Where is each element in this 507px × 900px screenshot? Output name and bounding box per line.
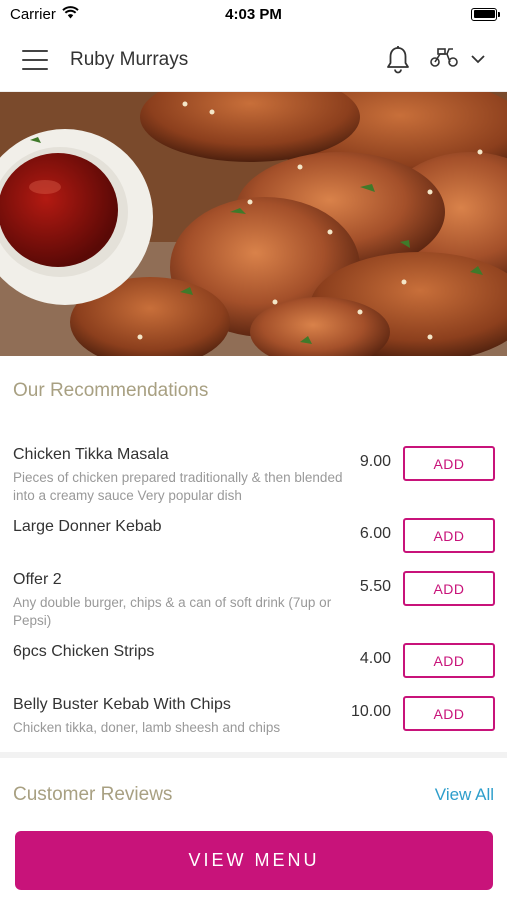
restaurant-name: Ruby Murrays	[70, 48, 189, 70]
item-name: Belly Buster Kebab With Chips	[13, 696, 231, 713]
add-button[interactable]: ADD	[403, 446, 495, 481]
section-divider	[0, 752, 507, 758]
view-all-reviews-link[interactable]: View All	[435, 785, 494, 805]
status-bar: Carrier 4:03 PM	[0, 0, 507, 28]
item-price: 9.00	[359, 453, 391, 470]
item-name: Large Donner Kebab	[13, 518, 162, 535]
item-description: Pieces of chicken prepared traditionally…	[13, 470, 343, 503]
add-button[interactable]: ADD	[403, 571, 495, 606]
item-name: Offer 2	[13, 571, 62, 588]
delivery-mode-selector[interactable]	[429, 46, 485, 73]
add-button[interactable]: ADD	[403, 696, 495, 731]
hamburger-menu-icon[interactable]	[22, 49, 48, 70]
add-button[interactable]: ADD	[403, 518, 495, 553]
reviews-title: Customer Reviews	[13, 784, 173, 805]
item-name: 6pcs Chicken Strips	[13, 643, 155, 660]
item-name: Chicken Tikka Masala	[13, 446, 169, 463]
battery-icon	[471, 7, 500, 21]
carrier-label: Carrier	[10, 5, 56, 23]
item-price: 4.00	[359, 650, 391, 667]
bell-icon[interactable]	[385, 45, 411, 75]
recommendations-title: Our Recommendations	[13, 380, 209, 401]
hero-food-image	[0, 92, 507, 356]
item-description: Any double burger, chips & a can of soft…	[13, 595, 332, 628]
chevron-down-icon	[471, 51, 485, 69]
item-price: 5.50	[359, 578, 391, 595]
wifi-icon	[62, 5, 79, 23]
scooter-icon	[429, 46, 459, 73]
item-price: 6.00	[359, 525, 391, 542]
app-header: Ruby Murrays	[0, 28, 507, 92]
add-button[interactable]: ADD	[403, 643, 495, 678]
item-description: Chicken tikka, doner, lamb sheesh and ch…	[13, 720, 281, 735]
view-menu-button[interactable]: VIEW MENU	[15, 831, 493, 890]
item-price: 10.00	[350, 703, 391, 720]
